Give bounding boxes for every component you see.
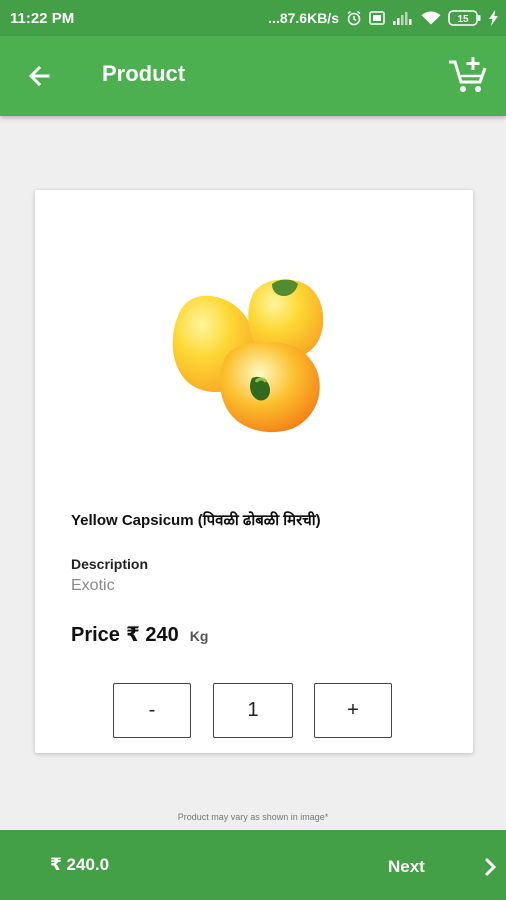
description-label: Description [71,556,149,572]
price-unit: Kg [189,628,209,644]
increment-button[interactable]: + [314,683,392,738]
status-icons: ...87.6KB/s 15 [268,10,498,26]
charging-icon [489,10,498,26]
sim-icon [369,11,385,25]
signal-icon [393,12,412,25]
price-row: Price ₹ 240 Kg [71,622,208,647]
battery-icon: 15 [448,10,481,26]
yellow-capsicum-image [172,279,324,433]
price-value: ₹ 240 [125,624,179,646]
price-label: Price [71,624,120,646]
app-bar: Product [0,36,506,116]
total-price: ₹ 240.0 [50,855,110,874]
product-card: Yellow Capsicum (पिवळी ढोबळी मिरची) Desc… [35,190,473,753]
next-button[interactable]: Next [388,852,497,882]
quantity-input[interactable] [213,683,293,738]
alarm-icon [347,10,361,26]
chevron-right-icon [484,857,496,877]
status-bar: 11:22 PM ...87.6KB/s 15 [0,0,506,36]
next-label: Next [388,857,425,876]
bottom-bar: ₹ 240.0 Next [0,830,506,900]
battery-level: 15 [457,14,469,25]
decrement-button[interactable]: - [113,683,191,738]
status-time: 11:22 PM [10,9,75,27]
product-name: Yellow Capsicum (पिवळी ढोबळी मिरची) [71,512,321,529]
network-speed: ...87.6KB/s [268,10,339,26]
cart-add-icon[interactable] [446,54,490,98]
disclaimer-text: Product may vary as shown in image* [177,812,329,822]
wifi-icon [421,11,441,25]
description-value: Exotic [71,577,115,594]
page-title: Product [102,61,186,86]
arrow-left-icon[interactable] [24,60,56,92]
